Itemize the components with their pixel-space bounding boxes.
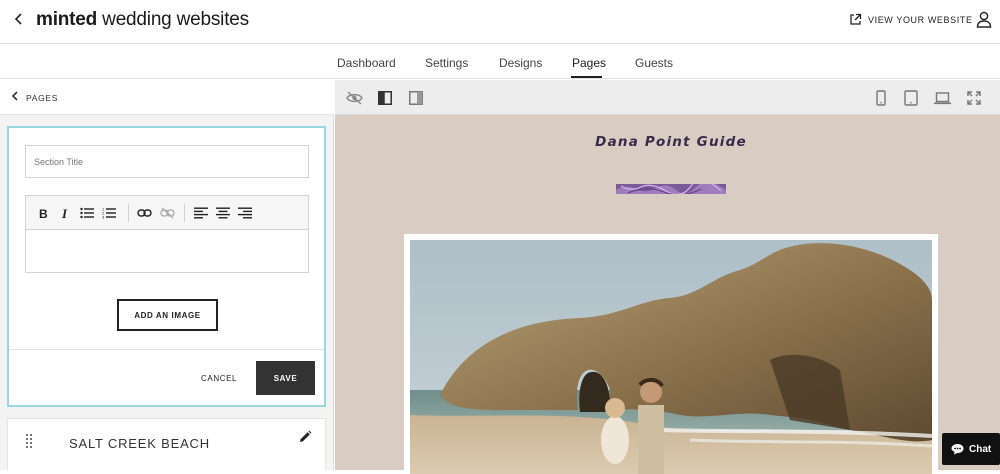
toolbar-divider <box>184 204 185 222</box>
section-photo-frame <box>404 234 938 474</box>
section-list-item[interactable]: SALT CREEK BEACH <box>7 418 326 470</box>
tablet-view-icon[interactable] <box>902 89 920 107</box>
bullet-list-icon[interactable] <box>79 206 95 220</box>
website-preview: Dana Point Guide <box>335 80 1000 474</box>
save-button[interactable]: SAVE <box>256 361 315 395</box>
align-center-icon[interactable] <box>215 206 231 220</box>
guide-page-title: Dana Point Guide <box>595 134 747 150</box>
numbered-list-icon[interactable]: 1 2 3 <box>101 206 117 220</box>
unlink-icon[interactable] <box>159 206 175 220</box>
view-website-link[interactable]: VIEW YOUR WEBSITE <box>849 13 973 26</box>
brand-rest-text: wedding websites <box>97 9 249 30</box>
drag-handle-icon[interactable] <box>26 434 34 448</box>
account-icon[interactable] <box>976 11 992 33</box>
rich-text-editor: B I 1 2 3 <box>25 195 309 273</box>
chat-bubble-icon <box>951 444 964 455</box>
page-editor-sidebar: PAGES B I 1 <box>0 80 334 470</box>
tab-settings[interactable]: Settings <box>425 56 468 70</box>
brand-logo[interactable]: minted wedding websites <box>36 9 249 31</box>
floral-divider-image <box>616 184 726 194</box>
section-item-label: SALT CREEK BEACH <box>69 436 210 451</box>
chat-button[interactable]: Chat <box>942 433 1000 465</box>
active-tab-indicator <box>571 76 602 78</box>
brand-bold-text: minted <box>36 9 98 30</box>
svg-text:I: I <box>61 207 68 219</box>
chat-label: Chat <box>969 443 992 455</box>
section-title-input[interactable] <box>25 145 309 178</box>
italic-icon[interactable]: I <box>57 206 73 220</box>
layout-half-right-icon[interactable] <box>407 89 425 107</box>
fullscreen-icon[interactable] <box>965 89 983 107</box>
desktop-view-icon[interactable] <box>933 89 951 107</box>
layout-half-left-icon[interactable] <box>376 89 394 107</box>
rich-text-toolbar: B I 1 2 3 <box>26 196 308 230</box>
external-link-icon <box>850 13 862 25</box>
main-tabs: Dashboard Settings Designs Pages Guests <box>0 45 1000 79</box>
toolbar-divider <box>128 204 129 222</box>
hide-eye-icon[interactable] <box>345 89 363 107</box>
tab-guests[interactable]: Guests <box>635 56 673 70</box>
section-editor-card: B I 1 2 3 <box>7 126 326 407</box>
rich-text-body[interactable] <box>26 231 308 272</box>
chevron-left-icon[interactable] <box>11 90 19 105</box>
view-website-label: VIEW YOUR WEBSITE <box>868 14 973 25</box>
back-arrow-icon[interactable] <box>14 10 24 31</box>
card-divider <box>9 349 324 350</box>
align-left-icon[interactable] <box>193 206 209 220</box>
tab-dashboard[interactable]: Dashboard <box>337 56 396 70</box>
cancel-button[interactable]: CANCEL <box>201 374 237 383</box>
svg-text:3: 3 <box>102 215 105 220</box>
mobile-view-icon[interactable] <box>872 89 890 107</box>
beach-couple-photo <box>410 240 932 474</box>
pages-back-bar[interactable]: PAGES <box>0 80 334 115</box>
pencil-edit-icon[interactable] <box>298 430 312 449</box>
tab-designs[interactable]: Designs <box>499 56 542 70</box>
bold-icon[interactable]: B <box>35 206 51 220</box>
top-header: minted wedding websites VIEW YOUR WEBSIT… <box>0 0 1000 44</box>
link-icon[interactable] <box>136 206 152 220</box>
svg-text:B: B <box>39 207 48 219</box>
pages-back-label: PAGES <box>26 93 59 103</box>
tab-pages[interactable]: Pages <box>572 56 606 70</box>
align-right-icon[interactable] <box>237 206 253 220</box>
add-image-button[interactable]: ADD AN IMAGE <box>117 299 218 331</box>
preview-toolbar <box>335 80 1000 115</box>
